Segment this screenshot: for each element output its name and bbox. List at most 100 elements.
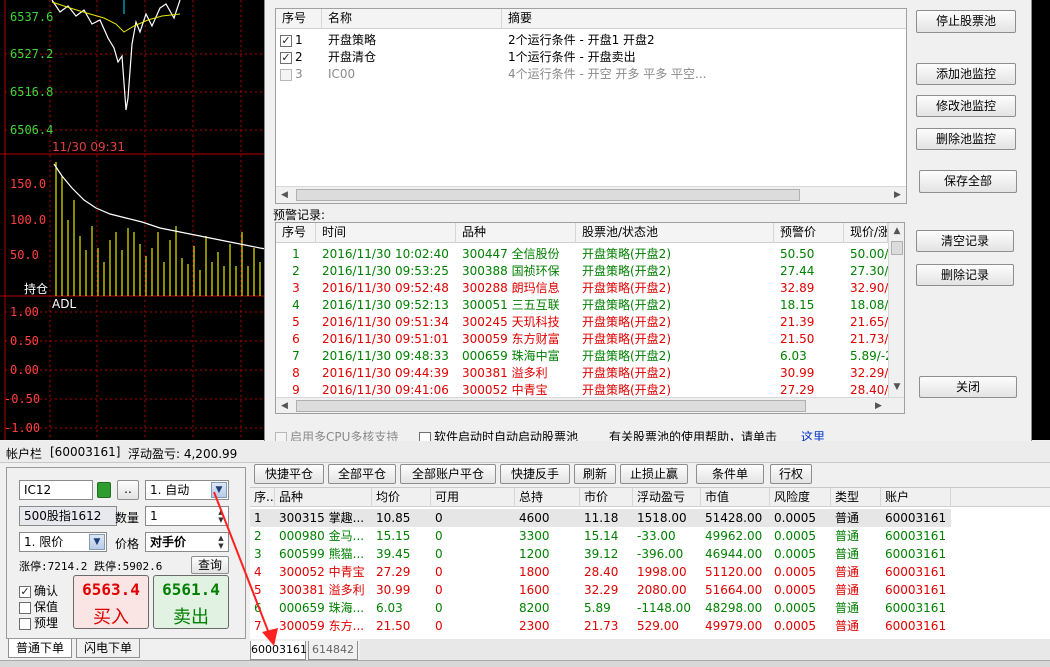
scroll-left-icon[interactable]: ◀ [276, 398, 293, 413]
edit-monitor-button[interactable]: 修改池监控 [916, 95, 1016, 117]
positions-grid[interactable]: 序... 品种 均价 可用 总持 市价 浮动盈亏 市值 风险度 类型 账户 1 3… [250, 487, 1050, 639]
alert-row[interactable]: 3 2016/11/30 09:52:48 300288 朗玛信息 开盘策略(开盘2)… [276, 280, 888, 297]
position-row[interactable]: 4 300052 中青宝 27.29 0 1800 28.40 1998.00 51120.0… [250, 563, 951, 581]
position-cell-type: 普通 [835, 619, 860, 633]
alert-row[interactable]: 8 2016/11/30 09:44:39 300381 溢多利 开盘策略(开盘2) 3… [276, 365, 888, 382]
lock-icon[interactable] [97, 482, 111, 498]
pos-col-no[interactable]: 序... [250, 488, 275, 507]
position-row[interactable]: 7 300059 东方... 21.50 0 2300 21.73 529.00 49979.… [250, 617, 951, 635]
stop-pool-button[interactable]: 停止股票池 [916, 10, 1016, 33]
alert-col-stock[interactable]: 品种 [456, 223, 576, 243]
hold-checkbox[interactable] [19, 601, 31, 614]
pos-col-mkt[interactable]: 市价 [580, 488, 633, 507]
alerts-vscrollbar[interactable]: ▲ ▼ [888, 223, 904, 397]
condition-checkbox[interactable]: ✓ [280, 34, 292, 47]
alert-col-no[interactable]: 序号 [276, 223, 316, 243]
tab-normal-order[interactable]: 普通下单 [8, 639, 72, 658]
conditions-scroll-thumb[interactable] [296, 189, 800, 201]
alert-col-pool[interactable]: 股票池/状态池 [576, 223, 774, 243]
conditions-list[interactable]: 序号 名称 摘要 ✓ 1 开盘策略 2个运行条件 - 开盘1 开盘2 ✓ 2 开盘清… [275, 8, 907, 204]
spin-down-icon[interactable]: ▼ [215, 542, 227, 550]
condition-checkbox[interactable]: ✓ [280, 51, 292, 64]
mode-select[interactable]: 1. 自动 ▼ [145, 480, 229, 500]
spin-up-icon[interactable]: ▲ [215, 508, 227, 516]
delete-record-button[interactable]: 删除记录 [916, 264, 1014, 286]
conditional-order-button[interactable]: 条件单 [696, 464, 764, 484]
query-button[interactable]: 查询 [191, 556, 229, 574]
alert-row[interactable]: 1 2016/11/30 10:02:40 300447 全信股份 开盘策略(开盘2)… [276, 246, 888, 263]
clear-records-button[interactable]: 清空记录 [916, 230, 1014, 252]
condition-row[interactable]: 3 IC00 4个运行条件 - 开空 开多 平多 平空... [276, 66, 906, 83]
delete-monitor-button[interactable]: 删除池监控 [916, 128, 1016, 150]
pos-col-pnl[interactable]: 浮动盈亏 [633, 488, 701, 507]
spin-down-icon[interactable]: ▼ [215, 516, 227, 524]
position-row[interactable]: 2 000980 金马... 15.15 0 3300 15.14 -33.00 49962.… [250, 527, 951, 545]
futures-chart[interactable]: 6537.6 6527.2 6516.8 6506.4 11/30 09:31 … [0, 0, 272, 440]
alert-row[interactable]: 6 2016/11/30 09:51:01 300059 东方财富 开盘策略(开盘2)… [276, 331, 888, 348]
sell-button[interactable]: 6561.4 卖出 [153, 575, 229, 629]
pos-col-acct[interactable]: 账户 [881, 488, 951, 507]
exercise-button[interactable]: 行权 [770, 464, 812, 484]
pos-col-avg[interactable]: 均价 [372, 488, 431, 507]
hold-option[interactable]: 保值 [19, 598, 58, 615]
chevron-down-icon[interactable]: ▼ [211, 482, 227, 498]
position-row[interactable]: 6 000659 珠海... 6.03 0 8200 5.89 -1148.00 48298.… [250, 599, 951, 617]
scroll-right-icon[interactable]: ▶ [889, 187, 906, 203]
alert-col-price[interactable]: 预警价 [774, 223, 844, 243]
pos-col-avail[interactable]: 可用 [431, 488, 515, 507]
pos-col-type[interactable]: 类型 [831, 488, 881, 507]
position-row[interactable]: 5 300381 溢多利 30.99 0 1600 32.29 2080.00 51664.0… [250, 581, 951, 599]
scroll-down-icon[interactable]: ▼ [889, 379, 904, 396]
pos-col-value[interactable]: 市值 [701, 488, 770, 507]
buy-button[interactable]: 6563.4 买入 [73, 575, 149, 629]
alert-records-list[interactable]: 序号 时间 品种 股票池/状态池 预警价 现价/涨 1 2016/11/30 10… [275, 222, 905, 414]
refresh-button[interactable]: 刷新 [574, 464, 616, 484]
alert-col-now[interactable]: 现价/涨 [844, 223, 888, 243]
quick-close-button[interactable]: 快捷平仓 [254, 464, 324, 484]
stop-loss-button[interactable]: 止损止赢 [620, 464, 688, 484]
tab-account-60003161[interactable]: 60003161 [250, 641, 307, 660]
quantity-stepper[interactable]: 1 ▲ ▼ [145, 506, 229, 526]
price-input[interactable]: 对手价 ▲ ▼ [145, 532, 229, 552]
more-button[interactable]: .. [117, 480, 139, 500]
quick-reverse-button[interactable]: 快捷反手 [500, 464, 570, 484]
preorder-checkbox[interactable] [19, 617, 31, 630]
condition-row[interactable]: ✓ 1 开盘策略 2个运行条件 - 开盘1 开盘2 [276, 32, 906, 49]
conditions-hscrollbar[interactable]: ◀ ▶ [276, 186, 906, 203]
add-monitor-button[interactable]: 添加池监控 [916, 63, 1016, 85]
close-all-button[interactable]: 全部平仓 [328, 464, 396, 484]
chevron-down-icon[interactable]: ▼ [89, 534, 105, 550]
scroll-left-icon[interactable]: ◀ [276, 187, 293, 203]
pos-col-stock[interactable]: 品种 [275, 488, 372, 507]
pos-col-total[interactable]: 总持 [515, 488, 580, 507]
position-row[interactable]: 3 600599 熊猫... 39.45 0 1200 39.12 -396.00 46944… [250, 545, 951, 563]
alert-row[interactable]: 4 2016/11/30 09:52:13 300051 三五互联 开盘策略(开盘2)… [276, 297, 888, 314]
close-all-accounts-button[interactable]: 全部账户平仓 [400, 464, 496, 484]
cond-col-no[interactable]: 序号 [276, 9, 322, 29]
alerts-scroll-thumb[interactable] [296, 400, 806, 412]
close-button[interactable]: 关闭 [919, 376, 1017, 398]
tab-flash-order[interactable]: 闪电下单 [76, 639, 140, 658]
alerts-vscroll-thumb[interactable] [891, 241, 903, 255]
scroll-up-icon[interactable]: ▲ [889, 223, 904, 240]
position-row[interactable]: 1 300315 掌趣... 10.85 0 4600 11.18 1518.00 51428… [250, 509, 951, 527]
order-type-select[interactable]: 1. 限价 ▼ [19, 532, 107, 552]
contract-code-input[interactable]: IC12 [19, 480, 93, 500]
save-all-button[interactable]: 保存全部 [919, 170, 1017, 193]
alerts-hscrollbar[interactable]: ◀ ▶ [276, 397, 904, 413]
alert-col-time[interactable]: 时间 [316, 223, 456, 243]
confirm-option[interactable]: ✓ 确认 [19, 582, 58, 599]
confirm-checkbox[interactable]: ✓ [19, 585, 31, 598]
condition-checkbox[interactable] [280, 68, 292, 81]
tab-account-614842[interactable]: 614842 [308, 641, 358, 660]
alert-row[interactable]: 7 2016/11/30 09:48:33 000659 珠海中富 开盘策略(开盘2)… [276, 348, 888, 365]
alert-row[interactable]: 2 2016/11/30 09:53:25 300388 国祯环保 开盘策略(开盘2)… [276, 263, 888, 280]
cond-col-name[interactable]: 名称 [322, 9, 502, 29]
preorder-option[interactable]: 预埋 [19, 614, 58, 631]
spin-up-icon[interactable]: ▲ [215, 534, 227, 542]
cond-col-summary[interactable]: 摘要 [502, 9, 906, 29]
scroll-right-icon[interactable]: ▶ [870, 398, 887, 413]
condition-row[interactable]: ✓ 2 开盘清仓 1个运行条件 - 开盘卖出 [276, 49, 906, 66]
alert-row[interactable]: 5 2016/11/30 09:51:34 300245 天玑科技 开盘策略(开盘2)… [276, 314, 888, 331]
pos-col-risk[interactable]: 风险度 [770, 488, 831, 507]
